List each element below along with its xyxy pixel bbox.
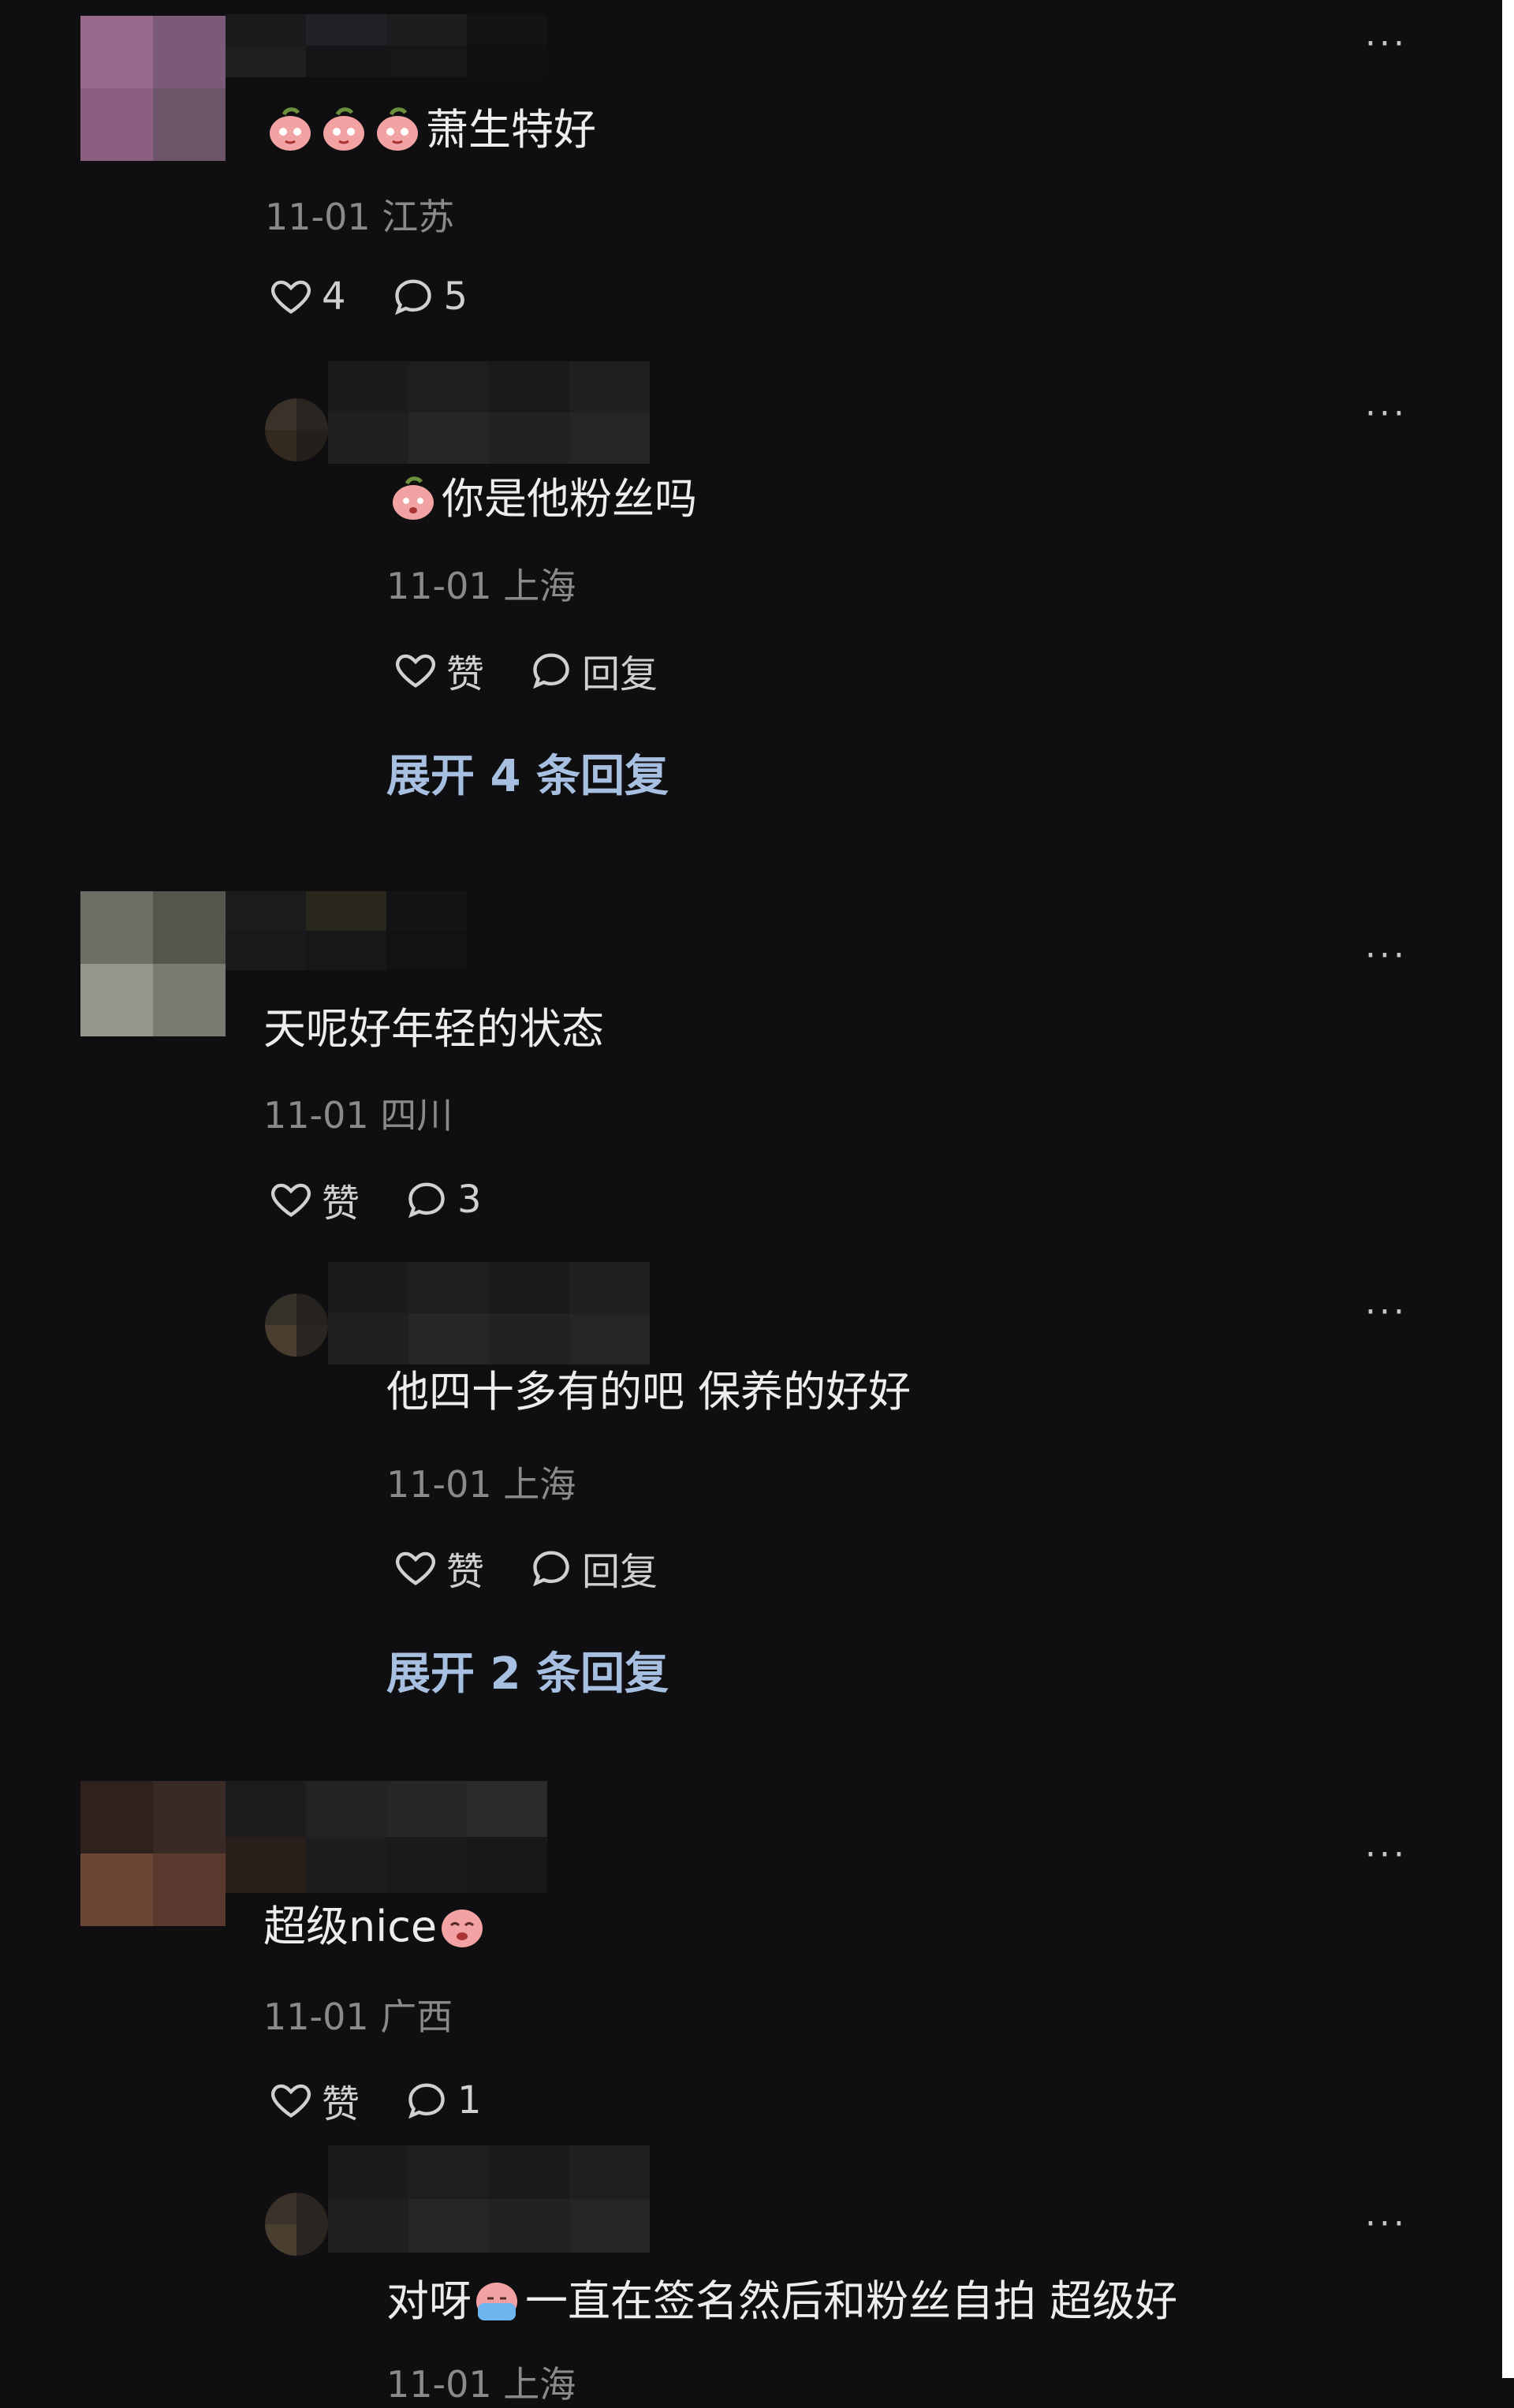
comment-actions: 4 5 [268, 274, 512, 319]
reply-avatar[interactable] [265, 1294, 328, 1357]
comment-location: 广西 [380, 1995, 453, 2038]
reply-meta: 11-01 上海 [386, 2361, 576, 2408]
comment-feed: ··· 萧生特好 11-01 江苏 4 5 ··· 你是他粉丝吗 11-01 上… [0, 0, 1502, 2406]
right-edge [1502, 0, 1514, 2378]
like-label: 赞 [446, 652, 485, 696]
avatar[interactable] [80, 16, 226, 161]
peach-emoji-icon [270, 107, 311, 151]
reply-meta: 11-01 上海 [386, 562, 576, 610]
peach-emoji-icon [393, 476, 434, 520]
comment-date: 11-01 [263, 1995, 369, 2038]
reply-text-before: 对呀 [386, 2276, 472, 2326]
comment-meta: 11-01 四川 [263, 1092, 453, 1139]
heart-icon [270, 280, 311, 314]
comment-actions: 赞 3 [268, 1172, 526, 1227]
reply-label: 回复 [582, 1550, 658, 1594]
reply-button[interactable]: 3 [404, 1177, 482, 1223]
reply-text-content: 他四十多有的吧 保养的好好 [386, 1367, 912, 1417]
reply-text-content: 你是他粉丝吗 [442, 474, 697, 524]
reply-count: 5 [443, 274, 468, 319]
like-label: 赞 [322, 1182, 360, 1226]
reply-location: 上海 [503, 2363, 576, 2406]
comment-meta: 11-01 广西 [263, 1993, 453, 2040]
reply-avatar[interactable] [265, 398, 328, 461]
peach-emoji-icon [377, 107, 418, 151]
reply-location: 上海 [503, 565, 576, 607]
username-blurred[interactable] [226, 1781, 547, 1893]
more-options-button[interactable]: ··· [1365, 1295, 1408, 1330]
reply-date: 11-01 [386, 565, 492, 607]
comment-bubble-icon [533, 653, 569, 689]
reply-count: 1 [457, 2078, 482, 2122]
like-count: 4 [322, 274, 346, 319]
comment-date: 11-01 [265, 196, 371, 238]
reply-text: 对呀 一直在签名然后和粉丝自拍 超级好 [386, 2274, 1177, 2329]
comment-item: ··· 超级nice 11-01 广西 赞 1 ··· 对呀 一直在签名然后和粉… [0, 1781, 1502, 2406]
reply-text: 他四十多有的吧 保养的好好 [386, 1365, 911, 1420]
reply-date: 11-01 [386, 1463, 492, 1506]
comment-item: ··· 天呢好年轻的状态 11-01 四川 赞 3 ··· 他四十多有的吧 保养… [0, 891, 1502, 1767]
more-options-button[interactable]: ··· [1365, 27, 1408, 62]
avatar[interactable] [80, 891, 226, 1036]
reply-button[interactable]: 回复 [528, 643, 658, 698]
like-button[interactable]: 赞 [268, 1172, 360, 1227]
reply-text: 你是他粉丝吗 [388, 472, 697, 527]
reply-label: 回复 [582, 652, 658, 696]
reply-username-blurred[interactable] [328, 2145, 650, 2253]
comment-text-content: 天呢好年轻的状态 [263, 1004, 604, 1054]
reply-button[interactable]: 回复 [528, 1540, 658, 1596]
comment-location: 江苏 [382, 196, 455, 238]
comment-text-content: 超级nice [263, 1902, 438, 1951]
peach-emoji-icon [442, 1910, 483, 1947]
like-button[interactable]: 赞 [393, 1540, 484, 1596]
heart-icon [270, 1183, 311, 1217]
heart-icon [270, 2084, 311, 2118]
reply-avatar[interactable] [265, 2193, 328, 2256]
like-button[interactable]: 赞 [268, 2073, 360, 2128]
reply-actions: 赞 回复 [393, 1540, 702, 1596]
comment-bubble-icon [533, 1551, 569, 1587]
comment-bubble-icon [394, 279, 431, 315]
sweat-emoji-icon [476, 2283, 517, 2320]
like-button[interactable]: 4 [268, 274, 346, 319]
expand-replies-link[interactable]: 展开 2 条回复 [386, 1647, 669, 1702]
reply-actions: 赞 回复 [393, 643, 702, 698]
avatar[interactable] [80, 1781, 226, 1926]
comment-bubble-icon [408, 1182, 445, 1219]
comment-bubble-icon [408, 2083, 445, 2119]
peach-emoji-icon [323, 107, 364, 151]
reply-button[interactable]: 5 [390, 274, 468, 319]
reply-location: 上海 [503, 1463, 576, 1506]
more-options-button[interactable]: ··· [1365, 1838, 1408, 1872]
heart-icon [395, 654, 436, 688]
more-options-button[interactable]: ··· [1365, 939, 1408, 973]
username-blurred[interactable] [226, 14, 547, 77]
comment-text-content: 萧生特好 [426, 105, 596, 155]
reply-username-blurred[interactable] [328, 361, 650, 464]
expand-replies-link[interactable]: 展开 4 条回复 [386, 749, 669, 805]
reply-date: 11-01 [386, 2363, 492, 2406]
comment-text: 超级nice [263, 1899, 490, 1954]
like-label: 赞 [322, 2082, 360, 2126]
username-blurred[interactable] [226, 891, 467, 970]
reply-text-after: 一直在签名然后和粉丝自拍 超级好 [525, 2276, 1178, 2326]
comment-date: 11-01 [263, 1094, 369, 1137]
more-options-button[interactable]: ··· [1365, 397, 1408, 431]
comment-text: 天呢好年轻的状态 [263, 1002, 604, 1057]
comment-item: ··· 萧生特好 11-01 江苏 4 5 ··· 你是他粉丝吗 11-01 上… [0, 0, 1502, 883]
reply-username-blurred[interactable] [328, 1262, 650, 1365]
heart-icon [395, 1551, 436, 1585]
comment-text: 萧生特好 [265, 103, 596, 158]
reply-button[interactable]: 1 [404, 2078, 482, 2123]
comment-meta: 11-01 江苏 [265, 193, 454, 241]
reply-count: 3 [457, 1178, 482, 1222]
comment-location: 四川 [380, 1094, 453, 1137]
comment-actions: 赞 1 [268, 2073, 526, 2128]
more-options-button[interactable]: ··· [1365, 2207, 1408, 2242]
reply-meta: 11-01 上海 [386, 1461, 576, 1508]
like-label: 赞 [446, 1550, 485, 1594]
like-button[interactable]: 赞 [393, 643, 484, 698]
